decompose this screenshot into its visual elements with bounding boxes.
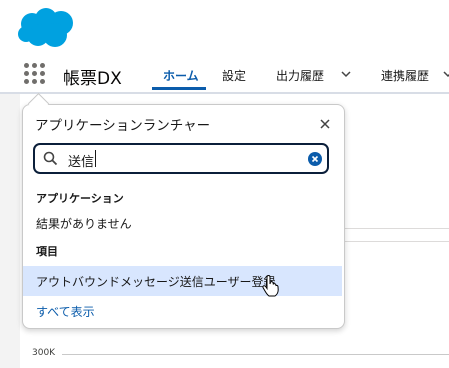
search-icon <box>43 151 58 166</box>
chart-gridline <box>340 241 449 242</box>
tab-home[interactable]: ホーム <box>163 67 199 84</box>
hand-cursor-icon <box>262 275 279 297</box>
tab-settings[interactable]: 設定 <box>222 67 246 84</box>
top-header <box>0 0 449 58</box>
chart-gridline <box>340 228 449 229</box>
chart-axis-label: 300K <box>32 348 56 358</box>
text-cursor <box>95 150 96 167</box>
app-launcher-waffle-icon[interactable] <box>24 63 46 85</box>
show-all-link[interactable]: すべて表示 <box>36 303 95 320</box>
active-tab-indicator <box>152 87 206 90</box>
apps-section-heading: アプリケーション <box>36 192 124 205</box>
app-name: 帳票DX <box>63 69 122 89</box>
launcher-title: アプリケーションランチャー <box>35 118 211 134</box>
salesforce-logo[interactable] <box>17 7 77 49</box>
tab-output-history[interactable]: 出力履歴 <box>276 67 324 84</box>
close-icon[interactable] <box>318 117 332 131</box>
chevron-down-icon[interactable] <box>340 68 352 80</box>
tab-integration-history[interactable]: 連携履歴 <box>381 67 429 84</box>
chart-axis-line <box>62 354 449 355</box>
list-item[interactable]: アウトバウンドメッセージ送信ユーザー登録 <box>23 266 342 296</box>
list-item-label: アウトバウンドメッセージ送信ユーザー登録 <box>36 275 276 289</box>
search-value: 送信 <box>68 155 95 170</box>
items-section-heading: 項目 <box>36 245 58 258</box>
apps-no-results: 結果がありません <box>36 217 132 231</box>
clear-icon[interactable] <box>308 152 322 166</box>
chevron-down-icon[interactable] <box>442 68 449 80</box>
